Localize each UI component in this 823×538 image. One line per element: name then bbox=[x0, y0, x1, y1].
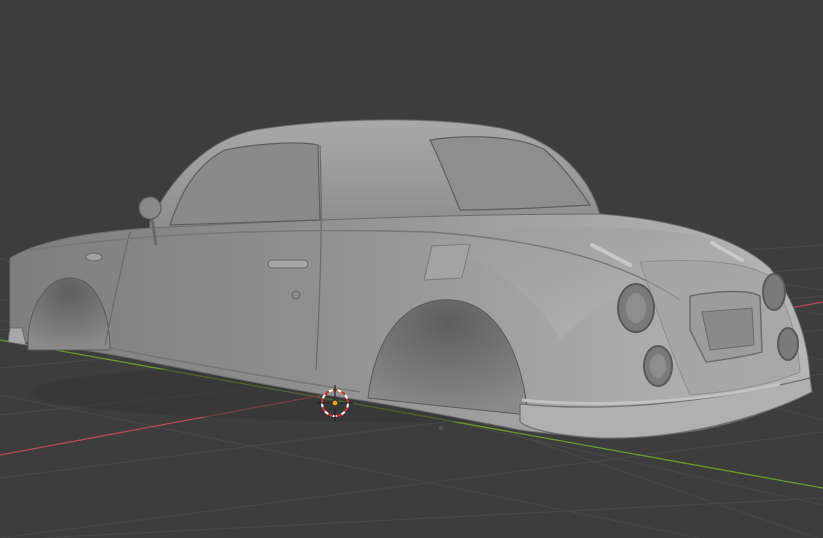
object-origin-icon[interactable] bbox=[331, 399, 339, 407]
3d-viewport[interactable] bbox=[0, 0, 823, 538]
ground-marker-icon bbox=[439, 426, 443, 430]
viewport-canvas[interactable] bbox=[0, 0, 823, 538]
car-body-mesh[interactable] bbox=[7, 119, 813, 439]
